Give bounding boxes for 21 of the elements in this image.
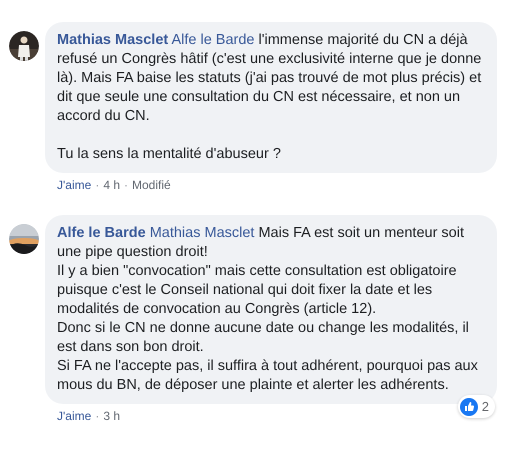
comment-text: Mathias Masclet Alfe le Barde l'immense majorité du CN a déjà refusé un Congrès hâtif (c'est une exclusivité interne que je donne là). Mais FA baise les statuts (j'ai pas trouvé de mot plus précis) et dit que seule une consultation du CN est nécessaire, et non un accord du CN.: [57, 31, 482, 126]
like-link[interactable]: J'aime: [57, 176, 92, 194]
mention-link[interactable]: Alfe le Barde: [171, 32, 254, 48]
comment-text: Alfe le Barde Mathias Masclet Mais FA est soit un menteur soit une pipe question droit!: [57, 224, 465, 262]
separator-dot: ·: [124, 177, 128, 194]
thumbs-up-icon: [460, 398, 478, 416]
footer-text: Modifié: [132, 177, 171, 194]
comment-text: Tu la sens la mentalité d'abuseur ?: [57, 145, 282, 164]
author-link[interactable]: Alfe le Barde: [57, 225, 146, 241]
footer-text[interactable]: 4 h: [103, 176, 120, 194]
mention-link[interactable]: Mathias Masclet: [150, 225, 254, 241]
like-link[interactable]: J'aime: [57, 407, 92, 425]
reaction-count: 2: [482, 398, 489, 416]
author-link[interactable]: Mathias Masclet: [57, 32, 168, 48]
reaction-badge[interactable]: 2: [458, 395, 495, 418]
separator-dot: ·: [95, 177, 100, 194]
comment-text: Donc si le CN ne donne aucune date ou change les modalités, il est dans son bon droit.: [57, 319, 470, 357]
separator-dot: ·: [95, 408, 100, 425]
comment-text: Si FA ne l'accepte pas, il suffira à tout adhérent, pourquoi pas aux mous du BN, de déposer une plainte et alerter les adhérents.: [57, 357, 479, 395]
comment-text: Il y a bien "convocation" mais cette consultation est obligatoire puisque c'est le Conseil national qui doit fixer la date et les modalités de convocation au Congrès (article 12).: [57, 262, 458, 319]
footer-text[interactable]: 3 h: [103, 407, 120, 425]
